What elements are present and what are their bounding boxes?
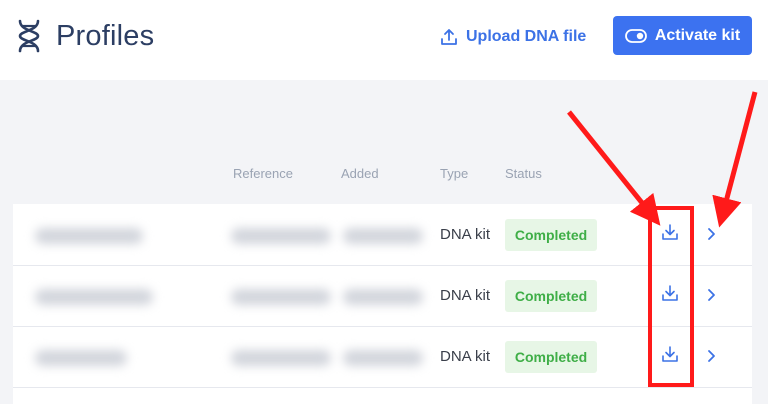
page-title: Profiles (56, 19, 155, 52)
download-icon[interactable] (661, 223, 679, 241)
download-icon[interactable] (661, 284, 679, 302)
chevron-right-icon[interactable] (706, 227, 716, 241)
annotation-arrow-chevron (712, 91, 758, 228)
status-badge: Completed (505, 341, 597, 373)
redacted-name (35, 228, 143, 244)
profiles-table: DNA kit Completed DNA kit Completed DNA … (13, 204, 752, 404)
redacted-name (35, 350, 127, 366)
activate-kit-button[interactable]: Activate kit (613, 16, 752, 55)
status-badge: Completed (505, 219, 597, 251)
type-value: DNA kit (440, 287, 491, 304)
upload-dna-file-label: Upload DNA file (466, 28, 587, 45)
column-header-reference[interactable]: Reference (233, 166, 293, 181)
upload-icon (441, 29, 457, 45)
redacted-reference (231, 289, 331, 305)
table-row[interactable]: DNA kit Completed (13, 265, 752, 327)
column-header-added[interactable]: Added (341, 166, 379, 181)
table-row[interactable]: DNA kit Completed (13, 326, 752, 388)
type-value: DNA kit (440, 226, 491, 243)
chevron-right-icon[interactable] (706, 288, 716, 302)
toggle-icon (624, 28, 647, 43)
redacted-added (343, 350, 423, 366)
column-header-status[interactable]: Status (505, 166, 542, 181)
redacted-name (35, 289, 153, 305)
dna-icon (18, 19, 40, 53)
redacted-reference (231, 228, 331, 244)
column-header-type[interactable]: Type (440, 166, 468, 181)
redacted-reference (231, 350, 331, 366)
activate-kit-label: Activate kit (654, 26, 741, 44)
status-badge: Completed (505, 280, 597, 312)
chevron-right-icon[interactable] (706, 349, 716, 363)
type-value: DNA kit (440, 348, 491, 365)
redacted-added (343, 228, 423, 244)
download-icon[interactable] (661, 345, 679, 363)
brand: Profiles (16, 16, 154, 56)
annotation-arrow-download (567, 110, 661, 226)
table-row[interactable]: DNA kit Completed (13, 204, 752, 266)
top-bar: Profiles Upload DNA file Activate kit (0, 0, 768, 80)
upload-dna-file-button[interactable]: Upload DNA file (440, 22, 586, 52)
redacted-added (343, 289, 423, 305)
